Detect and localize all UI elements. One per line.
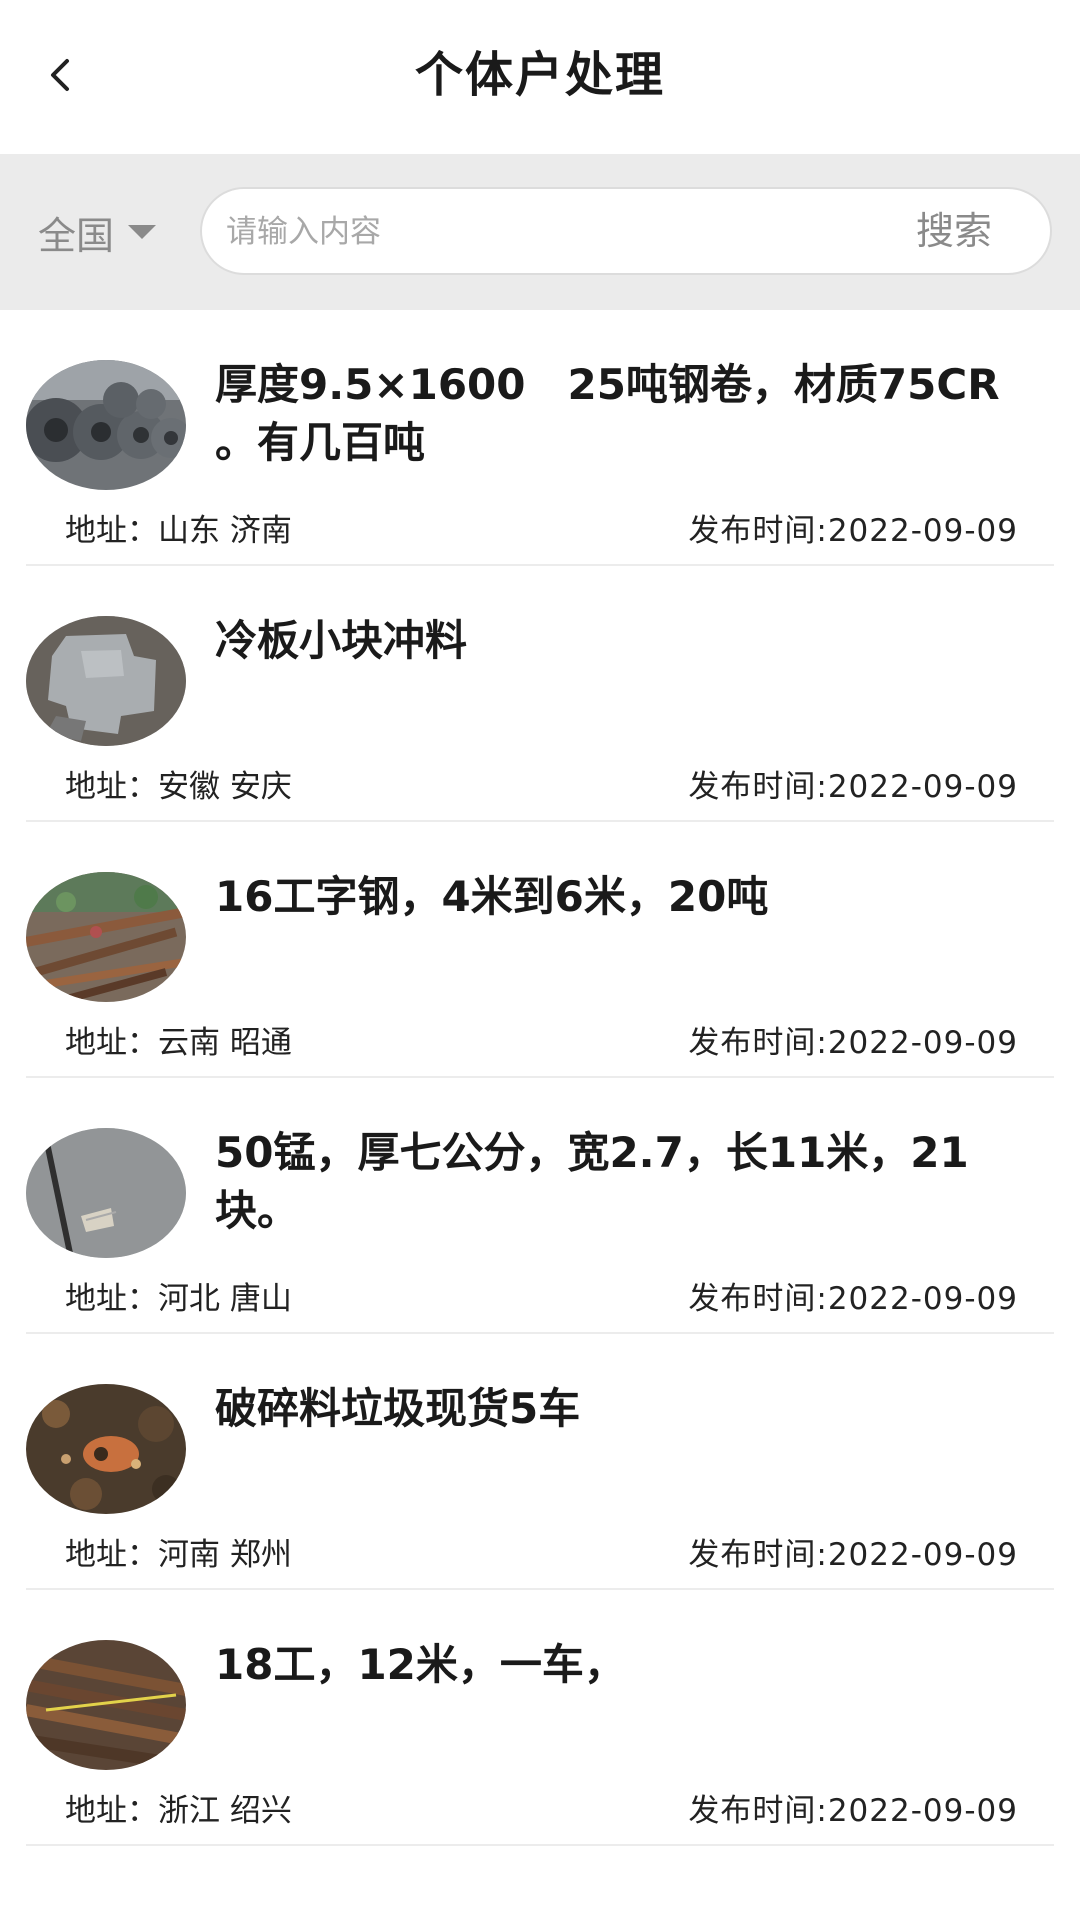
search-input[interactable] <box>224 203 868 261</box>
page-title: 个体户处理 <box>414 47 665 103</box>
app-header: 个体户处理 <box>0 0 1080 154</box>
i-beam-pile-image <box>26 872 186 1002</box>
list-item[interactable]: 冷板小块冲料 地址：安徽 安庆 发布时间:2022-09-09 <box>0 566 1080 822</box>
item-date: 发布时间:2022-09-09 <box>688 1793 1018 1829</box>
item-address: 地址：山东 济南 <box>65 513 292 549</box>
item-address: 地址：安徽 安庆 <box>65 769 292 805</box>
list-item[interactable]: 16工字钢，4米到6米，20吨 地址：云南 昭通 发布时间:2022-09-09 <box>0 822 1080 1078</box>
divider <box>26 1844 1054 1846</box>
item-date: 发布时间:2022-09-09 <box>688 1537 1018 1573</box>
list-item[interactable]: 50锰，厚七公分，宽2.7，长11米，21块。 地址：河北 唐山 发布时间:20… <box>0 1078 1080 1334</box>
region-dropdown[interactable]: 全国 <box>38 202 157 262</box>
item-date: 发布时间:2022-09-09 <box>688 1281 1018 1317</box>
steel-plate-image <box>26 1128 186 1258</box>
item-address: 地址：河北 唐山 <box>65 1281 292 1317</box>
item-date: 发布时间:2022-09-09 <box>688 769 1018 805</box>
item-title: 破碎料垃圾现货5车 <box>215 1384 581 1433</box>
search-bar: 全国 搜索 <box>0 154 1080 310</box>
caret-down-icon <box>128 225 157 239</box>
search-box: 搜索 <box>200 187 1052 275</box>
cold-plate-scrap-image <box>26 616 186 746</box>
item-address: 地址：浙江 绍兴 <box>65 1793 292 1829</box>
item-title: 16工字钢，4米到6米，20吨 <box>215 872 769 921</box>
scrap-pile-image <box>26 1384 186 1514</box>
item-address: 地址：河南 郑州 <box>65 1537 292 1573</box>
steel-coils-image <box>26 360 186 490</box>
item-title: 50锰，厚七公分，宽2.7，长11米，21块。 <box>215 1128 969 1235</box>
item-title: 冷板小块冲料 <box>215 616 468 665</box>
list-item[interactable]: 破碎料垃圾现货5车 地址：河南 郑州 发布时间:2022-09-09 <box>0 1334 1080 1590</box>
item-address: 地址：云南 昭通 <box>65 1025 292 1061</box>
list-item[interactable]: 18工，12米，一车， 地址：浙江 绍兴 发布时间:2022-09-09 <box>0 1590 1080 1846</box>
search-button[interactable]: 搜索 <box>916 203 992 259</box>
i-beam-stack-image <box>26 1640 186 1770</box>
region-label: 全国 <box>38 213 115 258</box>
list-item[interactable]: 厚度9.5×1600 25吨钢卷，材质75CR 。有几百吨 地址：山东 济南 发… <box>0 310 1080 566</box>
item-title: 厚度9.5×1600 25吨钢卷，材质75CR 。有几百吨 <box>215 360 1042 467</box>
item-date: 发布时间:2022-09-09 <box>688 513 1018 549</box>
item-title: 18工，12米，一车， <box>215 1640 626 1689</box>
listing-list: 厚度9.5×1600 25吨钢卷，材质75CR 。有几百吨 地址：山东 济南 发… <box>0 310 1080 1846</box>
item-date: 发布时间:2022-09-09 <box>688 1025 1018 1061</box>
